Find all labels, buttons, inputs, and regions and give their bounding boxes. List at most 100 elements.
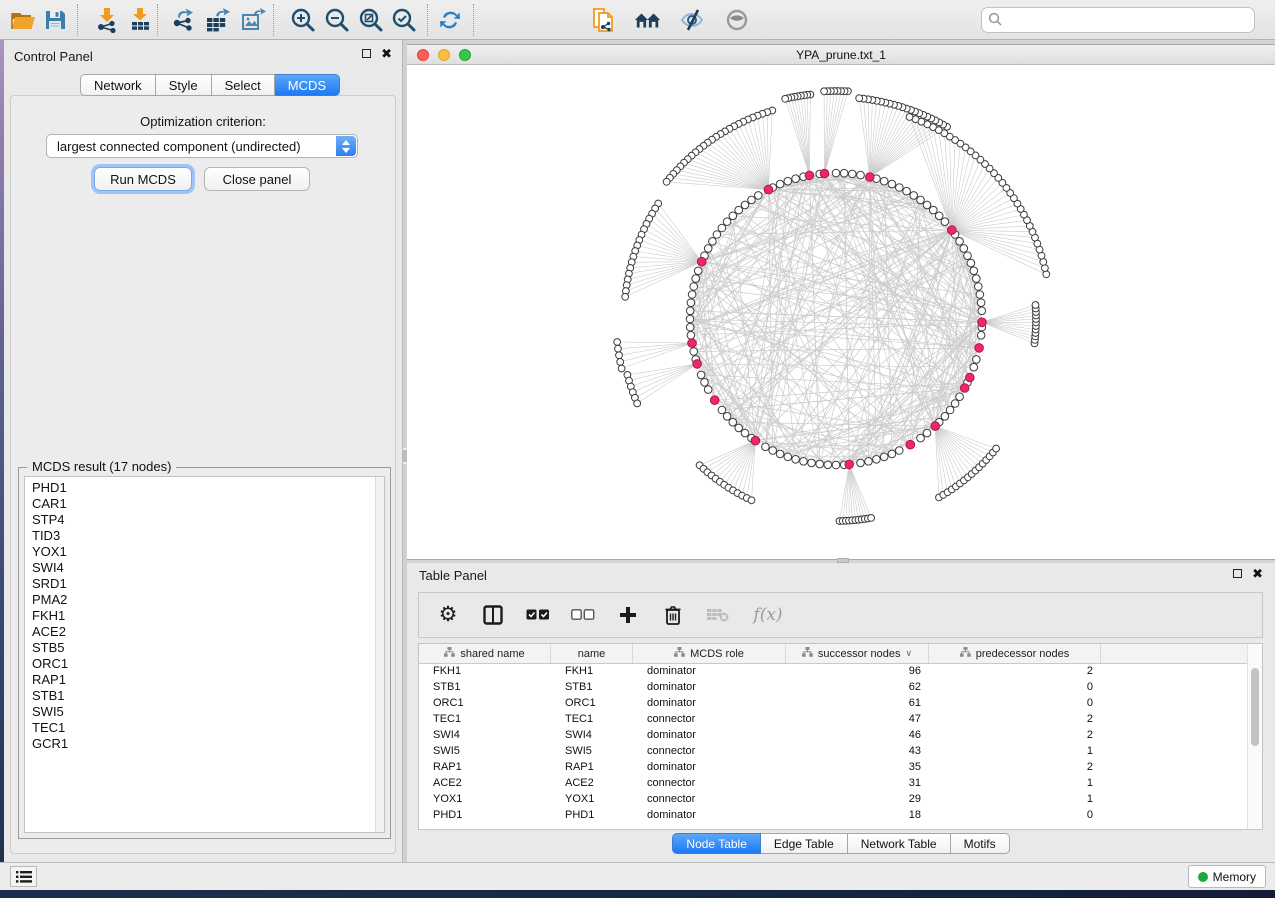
column-header-predecessor-nodes[interactable]: predecessor nodes xyxy=(929,644,1101,663)
hide-annotations-icon[interactable] xyxy=(678,6,706,34)
table-scrollbar-track[interactable] xyxy=(1247,644,1262,829)
table-row[interactable]: FKH1FKH1dominator962 xyxy=(419,664,1262,680)
mcds-result-item[interactable]: ACE2 xyxy=(32,624,384,640)
column-header-MCDS-role[interactable]: MCDS role xyxy=(633,644,786,663)
column-header-shared-name[interactable]: shared name xyxy=(419,644,551,663)
export-table-icon[interactable] xyxy=(203,6,231,34)
table-toolbar: ⚙ xyxy=(418,592,1263,638)
node-table[interactable]: shared namenameMCDS rolesuccessor nodes∨… xyxy=(418,643,1263,830)
home-icon[interactable] xyxy=(634,6,662,34)
zoom-fit-icon[interactable] xyxy=(357,6,385,34)
open-file-icon[interactable] xyxy=(9,6,37,34)
memory-status-icon xyxy=(1198,872,1208,882)
table-cell: 2 xyxy=(929,664,1101,680)
mcds-result-item[interactable]: CAR1 xyxy=(32,496,384,512)
table-cell: 0 xyxy=(929,680,1101,696)
close-panel-button[interactable]: Close panel xyxy=(204,167,310,191)
clone-network-icon[interactable] xyxy=(589,6,617,34)
mcds-result-list[interactable]: PHD1CAR1STP4TID3YOX1SWI4SRD1PMA2FKH1ACE2… xyxy=(24,476,385,833)
network-canvas[interactable] xyxy=(407,65,1275,559)
delete-column-icon[interactable] xyxy=(661,603,685,627)
table-cell: connector xyxy=(633,712,786,728)
tab-motifs[interactable]: Motifs xyxy=(951,833,1010,854)
table-cell: 1 xyxy=(929,792,1101,808)
tab-mcds[interactable]: MCDS xyxy=(275,74,340,96)
table-row[interactable]: ACE2ACE2connector311 xyxy=(419,776,1262,792)
close-panel-icon[interactable]: ✖ xyxy=(381,49,392,58)
column-header-successor-nodes[interactable]: successor nodes∨ xyxy=(786,644,929,663)
zoom-out-icon[interactable] xyxy=(323,6,351,34)
select-all-icon[interactable] xyxy=(526,603,550,627)
table-cell: ORC1 xyxy=(551,696,633,712)
tab-select[interactable]: Select xyxy=(212,74,275,96)
function-builder-icon: f(x) xyxy=(751,603,785,627)
control-panel-tabs: NetworkStyleSelectMCDS xyxy=(80,74,340,96)
column-header-filler xyxy=(1101,644,1262,663)
table-row[interactable]: PHD1PHD1dominator180 xyxy=(419,808,1262,824)
application-window: Control Panel ✖ NetworkStyleSelectMCDS O… xyxy=(0,0,1275,890)
mcds-result-item[interactable]: YOX1 xyxy=(32,544,384,560)
toolbar-separator xyxy=(473,4,474,36)
mcds-result-item[interactable]: ORC1 xyxy=(32,656,384,672)
network-graph[interactable] xyxy=(407,65,1275,561)
tab-network[interactable]: Network xyxy=(80,74,156,96)
export-network-icon[interactable] xyxy=(169,6,197,34)
table-row[interactable]: ORC1ORC1dominator610 xyxy=(419,696,1262,712)
mcds-result-item[interactable]: RAP1 xyxy=(32,672,384,688)
mcds-result-item[interactable]: SWI4 xyxy=(32,560,384,576)
table-cell: RAP1 xyxy=(419,760,551,776)
optimization-select[interactable]: largest connected component (undirected) xyxy=(46,134,358,158)
table-cell: FKH1 xyxy=(419,664,551,680)
table-row[interactable]: TEC1TEC1connector472 xyxy=(419,712,1262,728)
add-column-icon[interactable] xyxy=(616,603,640,627)
tab-network-table[interactable]: Network Table xyxy=(848,833,951,854)
import-network-icon[interactable] xyxy=(93,6,121,34)
tab-style[interactable]: Style xyxy=(156,74,212,96)
mcds-result-item[interactable]: STB1 xyxy=(32,688,384,704)
table-row[interactable]: YOX1YOX1connector291 xyxy=(419,792,1262,808)
zoom-selected-icon[interactable] xyxy=(390,6,418,34)
mcds-result-item[interactable]: FKH1 xyxy=(32,608,384,624)
mcds-result-item[interactable]: STP4 xyxy=(32,512,384,528)
memory-button[interactable]: Memory xyxy=(1188,865,1266,888)
task-history-button[interactable] xyxy=(10,866,37,887)
deselect-all-icon[interactable] xyxy=(571,603,595,627)
zoom-in-icon[interactable] xyxy=(289,6,317,34)
search-input[interactable] xyxy=(981,7,1255,33)
show-columns-icon[interactable] xyxy=(481,603,505,627)
mcds-result-item[interactable]: SWI5 xyxy=(32,704,384,720)
mcds-result-item[interactable]: PHD1 xyxy=(32,480,384,496)
tab-node-table[interactable]: Node Table xyxy=(672,833,761,854)
float-panel-icon[interactable] xyxy=(362,49,371,58)
table-scrollbar-thumb[interactable] xyxy=(1251,668,1259,746)
mcds-result-item[interactable]: SRD1 xyxy=(32,576,384,592)
save-session-icon[interactable] xyxy=(41,6,69,34)
run-mcds-button[interactable]: Run MCDS xyxy=(94,167,192,191)
float-panel-icon[interactable] xyxy=(1233,569,1242,578)
mcds-result-item[interactable]: TEC1 xyxy=(32,720,384,736)
mcds-result-item[interactable]: GCR1 xyxy=(32,736,384,752)
table-row[interactable]: RAP1RAP1dominator352 xyxy=(419,760,1262,776)
show-view-icon[interactable] xyxy=(723,6,751,34)
mcds-result-title: MCDS result (17 nodes) xyxy=(27,459,176,474)
table-settings-icon[interactable]: ⚙ xyxy=(436,603,460,627)
refresh-icon[interactable] xyxy=(436,6,464,34)
tab-edge-table[interactable]: Edge Table xyxy=(761,833,848,854)
mcds-result-fieldset: MCDS result (17 nodes) PHD1CAR1STP4TID3Y… xyxy=(18,467,391,839)
table-row[interactable]: SWI5SWI5connector431 xyxy=(419,744,1262,760)
table-row[interactable]: SWI4SWI4dominator462 xyxy=(419,728,1262,744)
table-row[interactable]: STB1STB1dominator620 xyxy=(419,680,1262,696)
column-header-name[interactable]: name xyxy=(551,644,633,663)
mcds-result-item[interactable]: PMA2 xyxy=(32,592,384,608)
mcds-panel: Optimization criterion: largest connecte… xyxy=(10,95,396,854)
table-cell: ACE2 xyxy=(419,776,551,792)
mcds-result-item[interactable]: STB5 xyxy=(32,640,384,656)
main-toolbar xyxy=(0,0,1275,40)
list-scrollbar-track[interactable] xyxy=(375,477,384,832)
import-table-icon[interactable] xyxy=(126,6,154,34)
network-window-titlebar[interactable]: YPA_prune.txt_1 xyxy=(407,45,1275,65)
fx-label: f(x) xyxy=(753,605,782,625)
export-image-icon[interactable] xyxy=(239,6,267,34)
mcds-result-item[interactable]: TID3 xyxy=(32,528,384,544)
close-panel-icon[interactable]: ✖ xyxy=(1252,569,1263,578)
